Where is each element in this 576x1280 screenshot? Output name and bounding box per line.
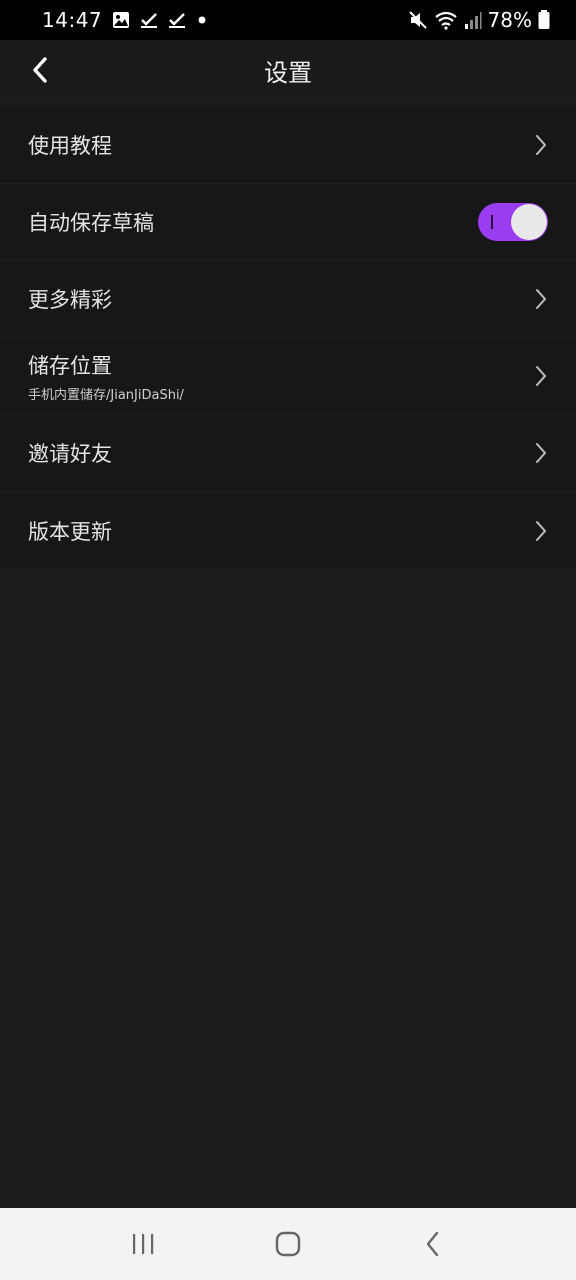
settings-item-invite[interactable]: 邀请好友 bbox=[0, 415, 576, 492]
chevron-right-icon bbox=[534, 365, 548, 387]
settings-item-label: 自动保存草稿 bbox=[28, 211, 154, 235]
settings-item-more[interactable]: 更多精彩 bbox=[0, 261, 576, 338]
row-text: 储存位置 手机内置储存/JianJiDaShi/ bbox=[28, 350, 184, 403]
page-title: 设置 bbox=[264, 58, 312, 87]
row-text: 邀请好友 bbox=[28, 438, 112, 468]
settings-item-tutorial[interactable]: 使用教程 bbox=[0, 107, 576, 184]
settings-item-label: 使用教程 bbox=[28, 134, 112, 158]
check-icon bbox=[140, 11, 158, 29]
status-right: 78% bbox=[408, 8, 550, 32]
chevron-right-icon bbox=[534, 288, 548, 310]
settings-screen: 14:47 78% 设置 使用教程 自动保存草稿 更多精彩 储存位置 手机内置储… bbox=[0, 0, 576, 1280]
toggle-knob bbox=[511, 204, 547, 240]
back-button[interactable] bbox=[20, 48, 60, 92]
toggle-on-mark bbox=[491, 215, 493, 229]
settings-item-update[interactable]: 版本更新 bbox=[0, 492, 576, 569]
check-icon bbox=[168, 11, 186, 29]
home-button[interactable] bbox=[258, 1219, 318, 1269]
back-icon bbox=[427, 1231, 439, 1257]
row-text: 版本更新 bbox=[28, 516, 112, 546]
chevron-right-icon bbox=[534, 520, 548, 542]
battery-percent: 78% bbox=[487, 8, 532, 32]
status-bar: 14:47 78% bbox=[0, 0, 576, 40]
mute-icon bbox=[408, 10, 428, 30]
settings-item-label: 储存位置 bbox=[28, 353, 112, 378]
status-left: 14:47 bbox=[42, 8, 208, 32]
recents-button[interactable] bbox=[113, 1219, 173, 1269]
recents-icon bbox=[132, 1234, 153, 1254]
settings-item-label: 更多精彩 bbox=[28, 288, 112, 312]
row-text: 使用教程 bbox=[28, 130, 112, 160]
signal-icon bbox=[464, 10, 482, 30]
chevron-right-icon bbox=[534, 134, 548, 156]
navigation-bar bbox=[0, 1208, 576, 1280]
settings-item-autosave: 自动保存草稿 bbox=[0, 184, 576, 261]
home-icon bbox=[275, 1231, 301, 1257]
settings-item-label: 版本更新 bbox=[28, 519, 112, 544]
settings-item-label: 邀请好友 bbox=[28, 442, 112, 466]
image-icon bbox=[112, 11, 130, 29]
settings-list: 使用教程 自动保存草稿 更多精彩 储存位置 手机内置储存/JianJiDaShi… bbox=[0, 107, 576, 569]
dot-icon bbox=[196, 14, 208, 26]
back-nav-button[interactable] bbox=[403, 1219, 463, 1269]
chevron-left-icon bbox=[33, 57, 47, 83]
status-time: 14:47 bbox=[42, 8, 103, 32]
battery-icon bbox=[538, 10, 550, 30]
autosave-toggle[interactable] bbox=[478, 203, 548, 241]
row-text: 更多精彩 bbox=[28, 284, 112, 314]
settings-item-storage[interactable]: 储存位置 手机内置储存/JianJiDaShi/ bbox=[0, 338, 576, 415]
chevron-right-icon bbox=[534, 442, 548, 464]
row-text: 自动保存草稿 bbox=[28, 207, 154, 237]
wifi-icon bbox=[434, 10, 458, 30]
storage-path: 手机内置储存/JianJiDaShi/ bbox=[28, 387, 184, 403]
header: 设置 bbox=[0, 40, 576, 100]
